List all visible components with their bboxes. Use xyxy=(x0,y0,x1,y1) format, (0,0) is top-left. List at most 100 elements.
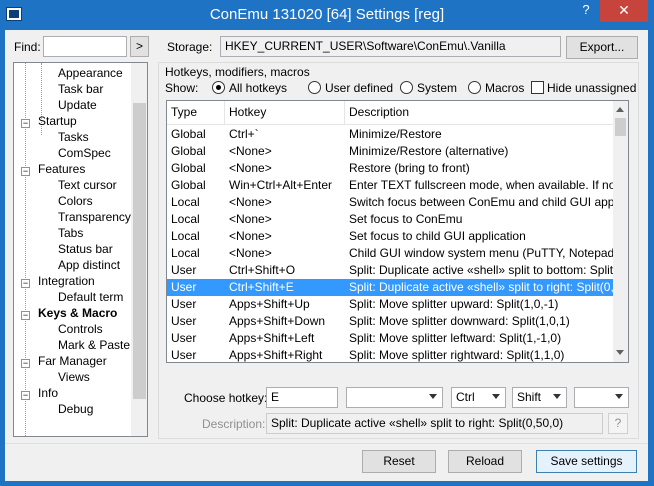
tree-scrollbar[interactable] xyxy=(131,63,147,436)
column-type-header[interactable]: Type xyxy=(167,101,225,125)
reload-button[interactable]: Reload xyxy=(448,450,522,473)
settings-tree[interactable]: Appearance Task bar Update − Startup Tas… xyxy=(13,62,148,437)
cell-type: Global xyxy=(171,178,206,192)
list-scroll-thumb[interactable] xyxy=(615,118,626,136)
table-row[interactable]: Local <None> Set focus to ConEmu xyxy=(167,211,613,228)
group-title: Hotkeys, modifiers, macros xyxy=(165,65,310,79)
tree-item-far-manager[interactable]: Far Manager xyxy=(38,354,107,368)
description-field[interactable]: Split: Duplicate active «shell» split to… xyxy=(266,413,603,434)
tree-item-tabs[interactable]: Tabs xyxy=(58,226,83,240)
modifier1-value: Ctrl xyxy=(456,390,475,404)
table-row[interactable]: User Apps+Shift+Right Split: Move splitter… xyxy=(167,347,613,362)
hotkey-key-input[interactable]: E xyxy=(266,387,338,408)
filter-macros-label[interactable]: Macros xyxy=(485,81,524,95)
save-settings-button[interactable]: Save settings xyxy=(536,450,637,473)
filter-all-label[interactable]: All hotkeys xyxy=(229,81,287,95)
column-hotkey-header[interactable]: Hotkey xyxy=(225,101,345,125)
tree-item-integration[interactable]: Integration xyxy=(38,274,95,288)
expand-toggle-icon[interactable]: − xyxy=(21,391,30,400)
expand-toggle-icon[interactable]: − xyxy=(21,119,30,128)
tree-item-status-bar[interactable]: Status bar xyxy=(58,242,113,256)
tree-item-info[interactable]: Info xyxy=(38,386,58,400)
hide-unassigned-label[interactable]: Hide unassigned xyxy=(547,81,636,95)
close-button[interactable]: ✕ xyxy=(600,0,648,22)
find-input[interactable] xyxy=(43,36,127,57)
filter-user-label[interactable]: User defined xyxy=(325,81,393,95)
show-label: Show: xyxy=(165,81,199,95)
reset-button[interactable]: Reset xyxy=(362,450,436,473)
window-title: ConEmu 131020 [64] Settings [reg] xyxy=(209,6,445,23)
tree-item-tasks[interactable]: Tasks xyxy=(58,130,89,144)
tree-scroll-thumb[interactable] xyxy=(133,103,146,399)
list-scrollbar[interactable] xyxy=(613,101,628,362)
table-row[interactable]: Global <None> Restore (bring to front) xyxy=(167,160,613,177)
expand-toggle-icon[interactable]: − xyxy=(21,167,30,176)
table-row[interactable]: Global <None> Minimize/Restore (alternativ… xyxy=(167,143,613,160)
tree-item-keys-macro[interactable]: Keys & Macro xyxy=(38,306,117,320)
cell-type: Global xyxy=(171,127,206,141)
export-button[interactable]: Export... xyxy=(566,36,638,59)
tree-item-features[interactable]: Features xyxy=(38,162,85,176)
table-row[interactable]: User Apps+Shift+Up Split: Move splitter up… xyxy=(167,296,613,313)
modifier3-combo[interactable] xyxy=(574,387,629,408)
help-button[interactable]: ? xyxy=(573,0,599,22)
filter-system-radio[interactable] xyxy=(400,81,413,94)
storage-path-field[interactable]: HKEY_CURRENT_USER\Software\ConEmu\.Vanil… xyxy=(220,36,561,57)
tree-item-views[interactable]: Views xyxy=(58,370,90,384)
tree-item-comspec[interactable]: ComSpec xyxy=(58,146,111,160)
table-row[interactable]: Global Ctrl+` Minimize/Restore xyxy=(167,126,613,143)
tree-item-update[interactable]: Update xyxy=(58,98,97,112)
cell-hotkey: Ctrl+Shift+O xyxy=(229,263,296,277)
tree-item-text-cursor[interactable]: Text cursor xyxy=(58,178,117,192)
tree-item-debug[interactable]: Debug xyxy=(58,402,93,416)
modifier1-combo[interactable]: Ctrl xyxy=(451,387,506,408)
tree-item-colors[interactable]: Colors xyxy=(58,194,93,208)
chevron-down-icon xyxy=(615,394,623,399)
hotkeys-list[interactable]: Type Hotkey Description Global Ctrl+` Mini… xyxy=(166,100,629,363)
find-go-button[interactable]: > xyxy=(130,36,149,57)
cell-hotkey: <None> xyxy=(229,246,272,260)
scroll-down-icon[interactable] xyxy=(616,350,624,355)
tree-item-controls[interactable]: Controls xyxy=(58,322,103,336)
cell-desc: Enter TEXT fullscreen mode, when availab… xyxy=(349,178,613,192)
table-row[interactable]: User Ctrl+Shift+E Split: Duplicate active … xyxy=(167,279,613,296)
cell-hotkey: Ctrl+Shift+E xyxy=(229,280,294,294)
table-row[interactable]: User Apps+Shift+Left Split: Move splitter … xyxy=(167,330,613,347)
expand-toggle-icon[interactable]: − xyxy=(21,311,30,320)
table-row[interactable]: Global Win+Ctrl+Alt+Enter Enter TEXT fulls… xyxy=(167,177,613,194)
table-row[interactable]: User Apps+Shift+Down Split: Move splitter … xyxy=(167,313,613,330)
filter-system-label[interactable]: System xyxy=(417,81,457,95)
table-row[interactable]: Local <None> Child GUI window system menu … xyxy=(167,245,613,262)
scroll-up-icon[interactable] xyxy=(616,107,624,112)
cell-hotkey: Ctrl+` xyxy=(229,127,259,141)
title-bar[interactable]: ConEmu 131020 [64] Settings [reg] ? ✕ xyxy=(0,0,654,30)
table-row[interactable]: User Ctrl+Shift+O Split: Duplicate active … xyxy=(167,262,613,279)
expand-toggle-icon[interactable]: − xyxy=(21,279,30,288)
tree-item-default-term[interactable]: Default term xyxy=(58,290,123,304)
hide-unassigned-checkbox[interactable] xyxy=(531,81,544,94)
table-row[interactable]: Local <None> Set focus to child GUI applic… xyxy=(167,228,613,245)
modifier2-value: Shift xyxy=(517,390,542,404)
tree-item-startup[interactable]: Startup xyxy=(38,114,77,128)
cell-hotkey: Apps+Shift+Right xyxy=(229,348,323,362)
cell-desc: Split: Duplicate active «shell» split to… xyxy=(349,263,613,277)
tree-item-transparency[interactable]: Transparency xyxy=(58,210,131,224)
cell-desc: Split: Move splitter rightward: Split(1,… xyxy=(349,348,565,362)
chevron-down-icon xyxy=(553,394,561,399)
column-description-header[interactable]: Description xyxy=(345,101,613,125)
tree-item-mark-paste[interactable]: Mark & Paste xyxy=(58,338,130,352)
cell-hotkey: Win+Ctrl+Alt+Enter xyxy=(229,178,333,192)
filter-all-radio[interactable] xyxy=(212,81,225,94)
tree-item-task-bar[interactable]: Task bar xyxy=(58,82,103,96)
filter-macros-radio[interactable] xyxy=(468,81,481,94)
description-help-button[interactable]: ? xyxy=(608,413,628,434)
filter-user-radio[interactable] xyxy=(308,81,321,94)
modifier2-combo[interactable]: Shift xyxy=(512,387,567,408)
table-row[interactable]: Local <None> Switch focus between ConEmu a… xyxy=(167,194,613,211)
hotkey-key-combo[interactable] xyxy=(346,387,443,408)
tree-item-app-distinct[interactable]: App distinct xyxy=(58,258,120,272)
cell-desc: Split: Move splitter leftward: Split(1,-… xyxy=(349,331,562,345)
expand-toggle-icon[interactable]: − xyxy=(21,359,30,368)
cell-hotkey: Apps+Shift+Down xyxy=(229,314,326,328)
tree-item-appearance[interactable]: Appearance xyxy=(58,66,123,80)
